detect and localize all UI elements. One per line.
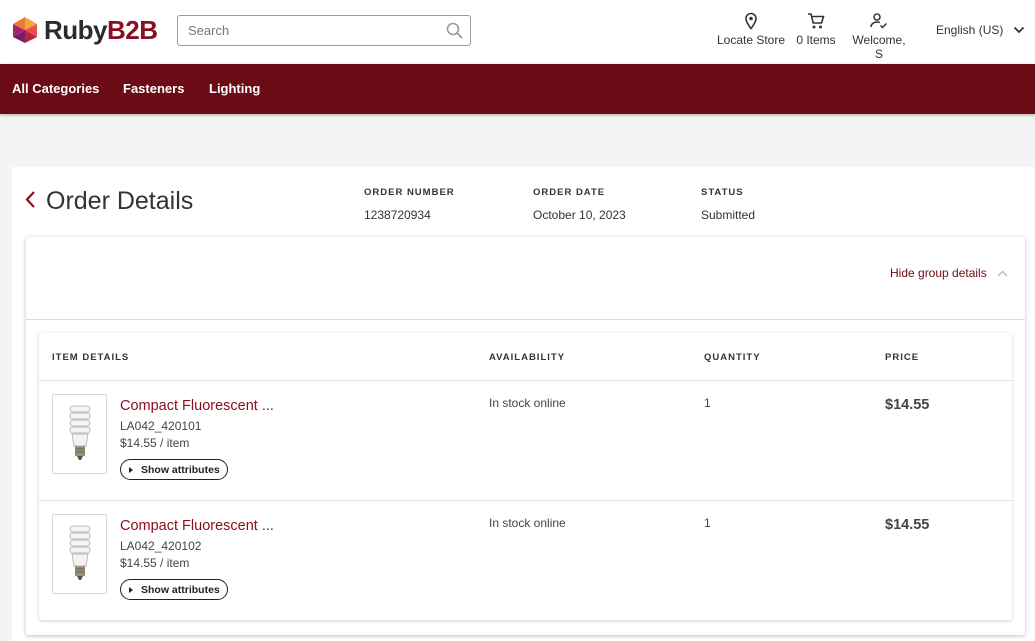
cart-count-label: 0 Items: [796, 33, 836, 47]
chevron-up-icon: [997, 270, 1008, 276]
product-name-link[interactable]: Compact Fluorescent ...: [120, 398, 274, 414]
table-row: Compact Fluorescent ... LA042_420101 $14…: [39, 381, 1012, 501]
caret-right-icon: [129, 586, 133, 593]
search-input[interactable]: [178, 16, 428, 45]
user-check-icon: [847, 12, 911, 30]
light-bulb-icon: [69, 525, 90, 580]
show-attributes-button[interactable]: Show attributes: [120, 459, 228, 480]
column-header-price: PRICE: [885, 352, 920, 363]
cart-link[interactable]: 0 Items: [794, 12, 838, 47]
order-number-value: 1238720934: [364, 208, 431, 222]
product-sku: LA042_420102: [120, 539, 202, 553]
order-group: Hide group details ITEM DETAILS AVAILABI…: [26, 237, 1025, 635]
product-thumbnail[interactable]: [52, 514, 107, 594]
locate-store-link[interactable]: Locate Store: [716, 12, 786, 47]
locate-store-label: Locate Store: [716, 33, 786, 47]
caret-right-icon: [129, 466, 133, 473]
column-header-availability: AVAILABILITY: [489, 352, 566, 363]
order-date-label: ORDER DATE: [533, 187, 606, 198]
group-header: Hide group details: [26, 237, 1025, 320]
account-link[interactable]: Welcome, S: [847, 12, 911, 61]
order-items-table: ITEM DETAILS AVAILABILITY QUANTITY PRICE: [39, 333, 1012, 620]
category-nav: All Categories Fasteners Lighting: [0, 64, 1035, 114]
show-attributes-button[interactable]: Show attributes: [120, 579, 228, 600]
order-number-label: ORDER NUMBER: [364, 187, 455, 198]
brand-name: RubyB2B: [44, 14, 158, 45]
hide-group-details-label: Hide group details: [890, 266, 987, 280]
search-box: [177, 15, 471, 46]
status-value: Submitted: [701, 208, 756, 222]
back-chevron-icon[interactable]: [24, 190, 36, 215]
price-value: $14.55: [885, 397, 930, 413]
quantity-value: 1: [704, 516, 711, 530]
hide-group-details-toggle[interactable]: Hide group details: [890, 266, 1008, 280]
column-header-quantity: QUANTITY: [704, 352, 761, 363]
nav-item-all-categories[interactable]: All Categories: [12, 81, 99, 96]
product-thumbnail[interactable]: [52, 394, 107, 474]
unit-price: $14.55 / item: [120, 556, 190, 570]
ruby-logo-icon: [13, 17, 37, 43]
product-name-link[interactable]: Compact Fluorescent ...: [120, 518, 274, 534]
search-icon[interactable]: [446, 22, 464, 45]
availability-value: In stock online: [489, 396, 566, 410]
product-sku: LA042_420101: [120, 419, 202, 433]
column-header-item-details: ITEM DETAILS: [52, 352, 130, 363]
top-header: RubyB2B Locate Store 0 Items Welcome, S …: [0, 0, 1035, 64]
chevron-down-icon: [1014, 26, 1025, 34]
availability-value: In stock online: [489, 516, 566, 530]
light-bulb-icon: [69, 405, 90, 460]
location-pin-icon: [716, 12, 786, 30]
welcome-label: Welcome, S: [852, 33, 906, 61]
page-title: Order Details: [46, 187, 194, 215]
unit-price: $14.55 / item: [120, 436, 190, 450]
order-date-value: October 10, 2023: [533, 208, 626, 222]
status-label: STATUS: [701, 187, 744, 198]
nav-item-lighting[interactable]: Lighting: [209, 81, 260, 96]
language-label: English (US): [936, 23, 1004, 37]
table-row: Compact Fluorescent ... LA042_420102 $14…: [39, 500, 1012, 620]
nav-item-fasteners[interactable]: Fasteners: [123, 81, 184, 96]
show-attributes-label: Show attributes: [141, 463, 220, 476]
price-value: $14.55: [885, 517, 930, 533]
quantity-value: 1: [704, 396, 711, 410]
brand-logo[interactable]: RubyB2B: [12, 14, 158, 46]
language-selector[interactable]: English (US): [936, 23, 1025, 37]
cart-icon: [794, 12, 838, 30]
show-attributes-label: Show attributes: [141, 583, 220, 596]
